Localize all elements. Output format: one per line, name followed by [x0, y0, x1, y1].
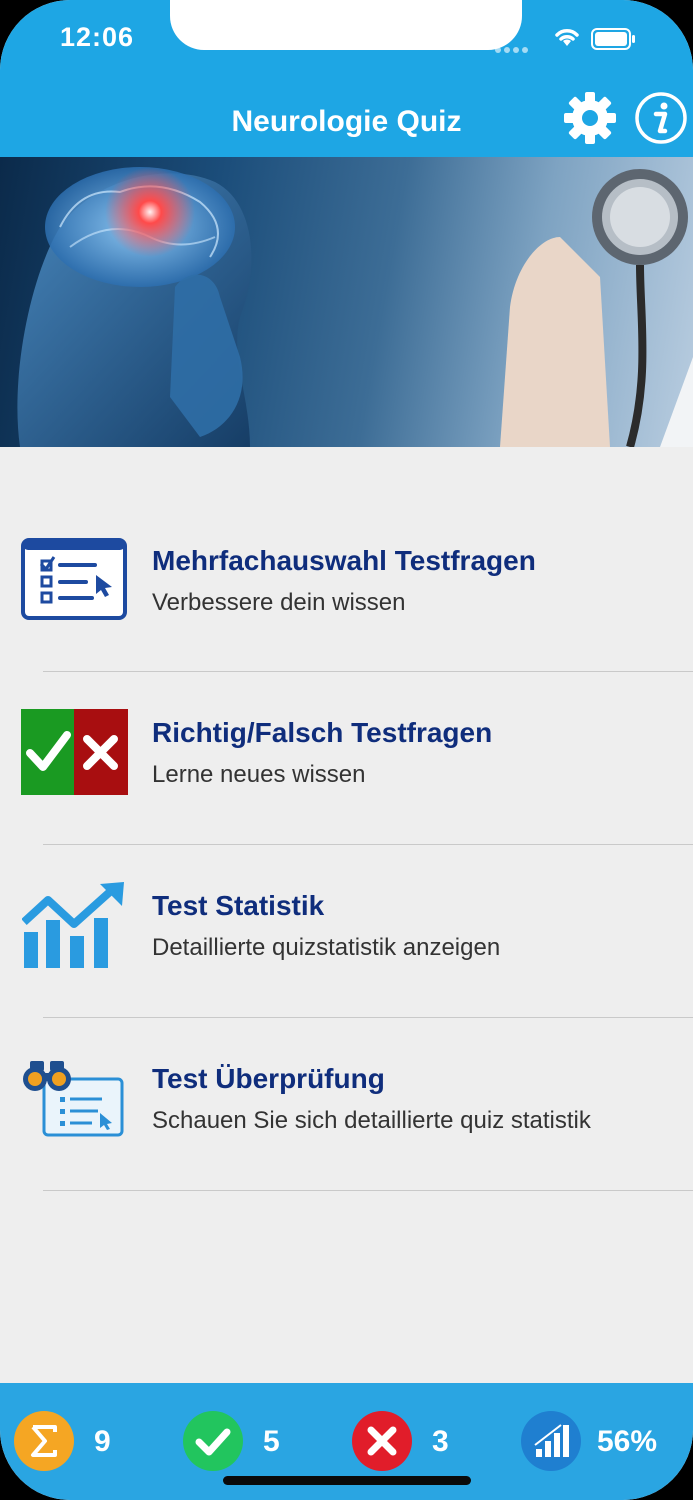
info-icon[interactable] [634, 91, 688, 145]
status-icons [495, 26, 655, 53]
menu-title: Test Statistik [152, 890, 325, 921]
check-circle-icon [183, 1411, 243, 1471]
menu-subtitle: Lerne neues wissen [152, 761, 366, 788]
signal-icon [495, 40, 531, 58]
menu-subtitle: Schauen Sie sich detaillierte quiz stati… [152, 1107, 591, 1134]
home-indicator [223, 1476, 471, 1485]
battery-icon [591, 28, 635, 50]
signal-bars-icon [521, 1411, 581, 1471]
hero-banner-image [0, 157, 693, 447]
wifi-icon [555, 29, 579, 46]
app-screen: 12:06 Neurologie Quiz Mehrfachauswahl Te… [0, 0, 693, 1500]
status-time: 12:06 [60, 22, 135, 52]
binoculars-review-icon [23, 1061, 124, 1137]
hero-illustration [17, 167, 693, 447]
menu-title: Mehrfachauswahl Testfragen [152, 545, 536, 576]
true-false-icon [21, 709, 128, 795]
menu-item-review[interactable]: Test Überprüfung Schauen Sie sich detail… [0, 1017, 693, 1190]
menu-item-multiple-choice[interactable]: Mehrfachauswahl Testfragen Verbessere de… [0, 447, 693, 620]
stat-total-value: 9 [94, 1425, 111, 1458]
divider [43, 1190, 693, 1191]
stat-percent-value: 56% [597, 1425, 658, 1458]
gear-icon[interactable] [562, 90, 618, 146]
menu-subtitle: Verbessere dein wissen [152, 589, 406, 616]
sum-icon [14, 1411, 74, 1471]
menu-subtitle: Detaillierte quizstatistik anzeigen [152, 934, 501, 961]
menu-title: Richtig/Falsch Testfragen [152, 717, 493, 748]
chart-growth-icon [22, 882, 124, 968]
device-notch [170, 0, 522, 50]
cross-circle-icon [352, 1411, 412, 1471]
stat-correct-value: 5 [263, 1425, 280, 1458]
checklist-icon [21, 538, 127, 620]
stat-wrong-value: 3 [432, 1425, 449, 1458]
menu-item-true-false[interactable]: Richtig/Falsch Testfragen Lerne neues wi… [0, 671, 693, 844]
menu-title: Test Überprüfung [152, 1063, 385, 1094]
top-bar: 12:06 Neurologie Quiz [0, 0, 693, 157]
menu-item-statistics[interactable]: Test Statistik Detaillierte quizstatisti… [0, 844, 693, 1017]
